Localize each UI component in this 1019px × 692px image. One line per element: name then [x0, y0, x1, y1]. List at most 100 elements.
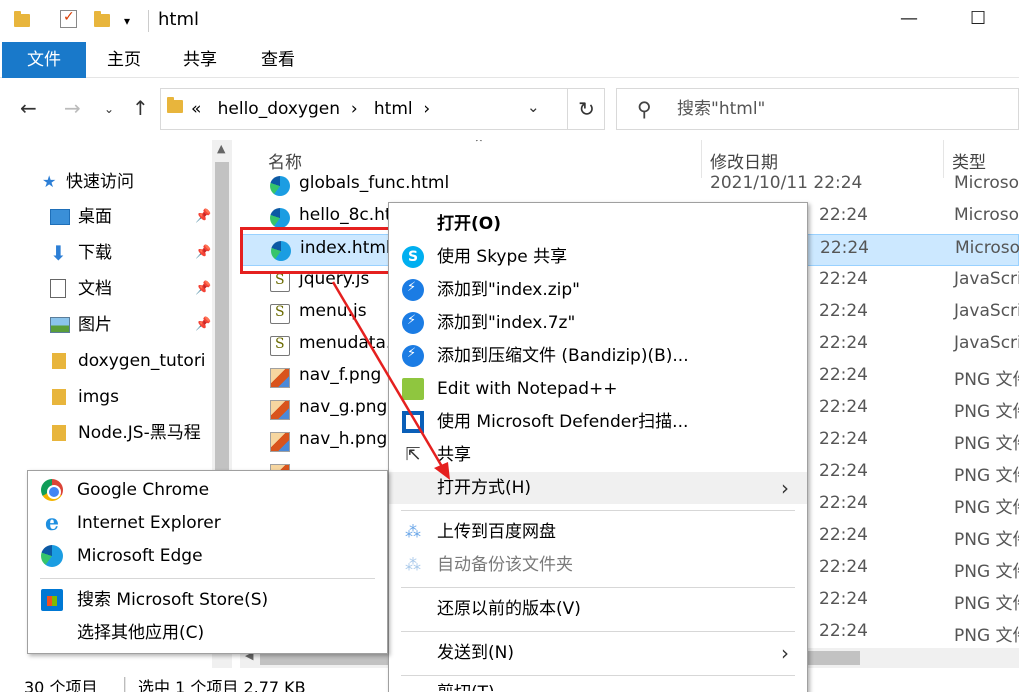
menu-separator [401, 587, 795, 588]
minimize-button[interactable]: — [900, 8, 918, 29]
ie-icon: e [45, 510, 59, 536]
menu-item-label: 剪切(T) [437, 681, 495, 691]
menu-item-add-archive[interactable]: 添加到压缩文件 (Bandizip)(B)... [389, 338, 807, 372]
file-date: 22:24 [819, 461, 868, 481]
file-type: JavaScript [954, 301, 1019, 321]
tab-file[interactable]: 文件 [2, 42, 86, 78]
file-date: 22:24 [819, 525, 868, 545]
tab-home[interactable]: 主页 [96, 42, 152, 78]
menu-item-skype-share[interactable]: S 使用 Skype 共享 [389, 241, 807, 273]
submenu-item-store-search[interactable]: 搜索 Microsoft Store(S) [28, 584, 387, 617]
menu-item-open-with[interactable]: 打开方式(H) › [389, 472, 807, 504]
new-folder-icon[interactable] [94, 10, 112, 28]
table-row[interactable]: globals_func.html 2021/10/11 22:24 Microso… [240, 170, 1019, 202]
nav-label: 图片 [78, 315, 112, 335]
file-type: PNG 文件 [954, 626, 1019, 646]
properties-check-icon[interactable]: ✓ [60, 9, 77, 28]
pin-icon: 📌 [195, 245, 212, 260]
address-folder-icon [167, 97, 183, 113]
file-type: PNG 文件 [954, 370, 1019, 390]
scrollbar-thumb[interactable] [215, 162, 229, 482]
search-input[interactable]: 搜索"html" [677, 89, 765, 129]
address-bar[interactable]: « hello_doxygen › html › ⌄ ↻ [160, 88, 605, 130]
png-file-icon [270, 432, 290, 452]
submenu-item-ie[interactable]: e Internet Explorer [28, 507, 387, 540]
menu-item-notepadpp[interactable]: Edit with Notepad++ [389, 373, 807, 405]
context-menu: 打开(O) S 使用 Skype 共享 添加到"index.zip" 添加到"i… [388, 202, 808, 692]
menu-item-label: 上传到百度网盘 [437, 522, 556, 542]
file-date: 22:24 [819, 333, 868, 353]
breadcrumb: « hello_doxygen › html › [191, 89, 430, 129]
menu-item-label: 打开方式(H) [437, 478, 532, 498]
menu-separator [401, 510, 795, 511]
maximize-button[interactable]: ☐ [970, 8, 986, 29]
menu-item-open[interactable]: 打开(O) [389, 208, 807, 240]
menu-item-baidu-upload[interactable]: ⁂ 上传到百度网盘 [389, 516, 807, 548]
menu-item-label: 使用 Microsoft Defender扫描... [437, 412, 689, 432]
file-date: 22:24 [819, 397, 868, 417]
file-date: 22:24 [819, 365, 868, 385]
menu-item-defender-scan[interactable]: 使用 Microsoft Defender扫描... [389, 406, 807, 438]
nav-label: doxygen_tutori [78, 351, 206, 371]
file-date: 22:24 [819, 589, 868, 609]
folder-properties-icon[interactable] [14, 10, 32, 28]
search-box[interactable]: ⚲ 搜索"html" [616, 88, 1019, 130]
up-arrow-icon[interactable]: ↑ [132, 96, 149, 120]
submenu-item-label: Internet Explorer [77, 513, 221, 533]
menu-item-cut[interactable]: 剪切(T) [389, 681, 807, 691]
breadcrumb-html[interactable]: html [374, 99, 413, 119]
customize-toolbar-chevron-icon[interactable]: ▾ [124, 14, 142, 32]
address-dropdown-icon[interactable]: ⌄ [527, 98, 540, 116]
file-type: Microsoft Edge [954, 173, 1019, 193]
menu-item-label: 发送到(N) [437, 643, 514, 663]
file-date: 22:24 [819, 493, 868, 513]
tab-view[interactable]: 查看 [250, 42, 306, 78]
breadcrumb-separator[interactable]: › [351, 99, 358, 119]
submenu-item-chrome[interactable]: Google Chrome [28, 474, 387, 507]
menu-item-send-to[interactable]: 发送到(N) › [389, 637, 807, 669]
breadcrumb-separator[interactable]: › [423, 99, 430, 119]
title-divider [148, 10, 149, 32]
file-type: JavaScript [954, 333, 1019, 353]
baidu-icon: ⁂ [405, 522, 421, 541]
menu-separator [401, 675, 795, 676]
breadcrumb-hello-doxygen[interactable]: hello_doxygen [218, 99, 340, 119]
submenu-separator [40, 578, 375, 579]
forward-arrow-icon[interactable]: → [64, 96, 81, 120]
file-date: 22:24 [819, 429, 868, 449]
pictures-icon [50, 317, 70, 333]
file-date: 22:24 [819, 621, 868, 641]
file-type: PNG 文件 [954, 562, 1019, 582]
refresh-icon[interactable]: ↻ [567, 89, 605, 129]
search-icon: ⚲ [637, 97, 652, 121]
title-bar: ✓ ▾ html — ☐ [0, 0, 1019, 40]
edge-file-icon [270, 208, 290, 228]
menu-item-restore-versions[interactable]: 还原以前的版本(V) [389, 593, 807, 625]
scroll-up-icon[interactable]: ▲ [217, 142, 225, 155]
status-divider: | [122, 674, 128, 692]
file-date: 22:24 [819, 557, 868, 577]
skype-icon: S [402, 246, 424, 268]
recent-locations-chevron-icon[interactable]: ⌄ [104, 102, 114, 116]
menu-item-add-zip[interactable]: 添加到"index.zip" [389, 272, 807, 306]
document-icon [50, 279, 66, 298]
submenu-item-label: 选择其他应用(C) [77, 623, 205, 643]
menu-item-share[interactable]: ⇱ 共享 [389, 439, 807, 471]
download-icon: ⬇ [50, 241, 67, 265]
back-arrow-icon[interactable]: ← [20, 96, 37, 120]
menu-item-add-7z[interactable]: 添加到"index.7z" [389, 305, 807, 339]
file-name: nav_f.png [299, 365, 382, 385]
pin-icon: 📌 [195, 317, 212, 332]
ribbon-tabs: 文件 主页 共享 查看 [0, 42, 1019, 78]
submenu-item-edge[interactable]: Microsoft Edge [28, 540, 387, 573]
bandizip-icon [402, 305, 424, 337]
tab-share[interactable]: 共享 [172, 42, 228, 78]
js-file-icon [270, 304, 290, 324]
submenu-item-choose-other[interactable]: 选择其他应用(C) [28, 617, 387, 650]
store-icon [41, 589, 63, 611]
open-with-submenu: Google Chrome e Internet Explorer Micros… [27, 470, 388, 654]
png-file-icon [270, 400, 290, 420]
file-type: JavaScript [954, 269, 1019, 289]
breadcrumb-overflow[interactable]: « [191, 99, 201, 119]
folder-icon [52, 425, 66, 441]
